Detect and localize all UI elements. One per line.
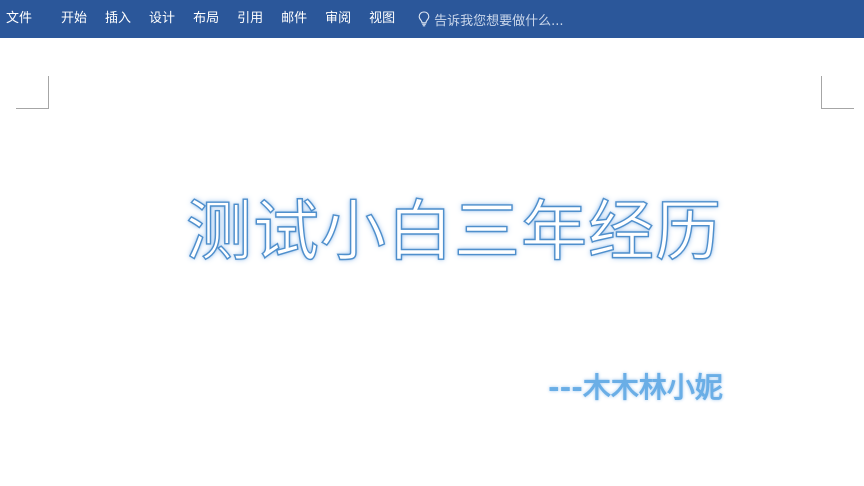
- tell-me-search[interactable]: 告诉我您想要做什么...: [418, 0, 564, 38]
- lightbulb-icon: [418, 11, 430, 27]
- margin-marker-top-left: [16, 76, 49, 109]
- tab-review[interactable]: 审阅: [316, 0, 360, 38]
- tab-insert[interactable]: 插入: [96, 0, 140, 38]
- tab-home[interactable]: 开始: [52, 0, 96, 38]
- ribbon-tab-bar: 文件 开始 插入 设计 布局 引用 邮件 审阅 视图 告诉我您想要做什么...: [0, 0, 864, 38]
- tab-mailings[interactable]: 邮件: [272, 0, 316, 38]
- margin-marker-top-right: [821, 76, 854, 109]
- tab-view[interactable]: 视图: [360, 0, 404, 38]
- tab-file[interactable]: 文件: [0, 0, 52, 38]
- document-page[interactable]: 测试小白三年经历 ---木木林小妮: [0, 38, 864, 486]
- document-author: ---木木林小妮: [548, 371, 723, 404]
- tell-me-placeholder: 告诉我您想要做什么...: [434, 13, 564, 29]
- document-title: 测试小白三年经历: [185, 192, 722, 270]
- tab-design[interactable]: 设计: [140, 0, 184, 38]
- tab-references[interactable]: 引用: [228, 0, 272, 38]
- tab-layout[interactable]: 布局: [184, 0, 228, 38]
